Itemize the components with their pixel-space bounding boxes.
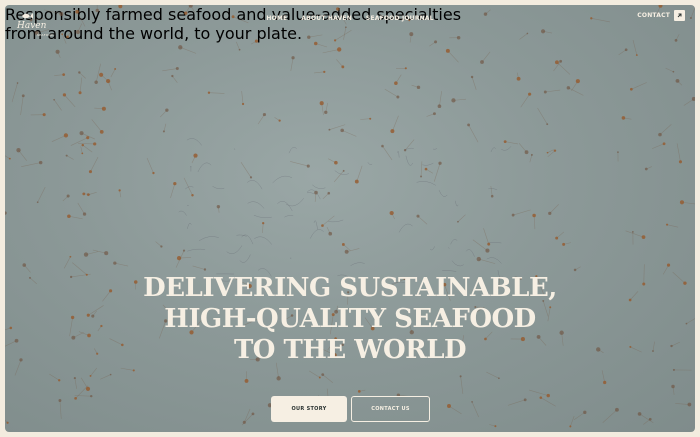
hero-title: DELIVERING SUSTAINABLE, HIGH-QUALITY SEA… (5, 273, 695, 366)
hero-buttons: OUR STORY CONTACT US (271, 396, 430, 422)
contact-us-button[interactable]: CONTACT US (351, 396, 430, 422)
hero-section: Haven SEAFOOD HOME ABOUT HAVEN SEAFOOD J… (5, 5, 695, 432)
nav-item-about[interactable]: ABOUT HAVEN (301, 15, 352, 22)
hero-title-line: DELIVERING SUSTAINABLE, (143, 273, 557, 303)
our-story-button[interactable]: OUR STORY (271, 396, 347, 422)
brand-name: Haven (17, 21, 47, 31)
hero-title-line: TO THE WORLD (233, 335, 467, 365)
contact-label: CONTACT (637, 12, 670, 19)
nav-item-journal[interactable]: SEAFOOD JOURNAL (366, 15, 434, 22)
nav-item-home[interactable]: HOME (266, 15, 287, 22)
shrimp-background-image (5, 5, 695, 428)
arrow-icon (677, 13, 682, 18)
main-nav: HOME ABOUT HAVEN SEAFOOD JOURNAL (5, 15, 695, 22)
contact-button[interactable] (674, 10, 685, 21)
brand-tagline: SEAFOOD (37, 33, 54, 37)
contact-link[interactable]: CONTACT (637, 10, 685, 21)
hero-title-line: HIGH-QUALITY SEAFOOD (164, 304, 536, 334)
